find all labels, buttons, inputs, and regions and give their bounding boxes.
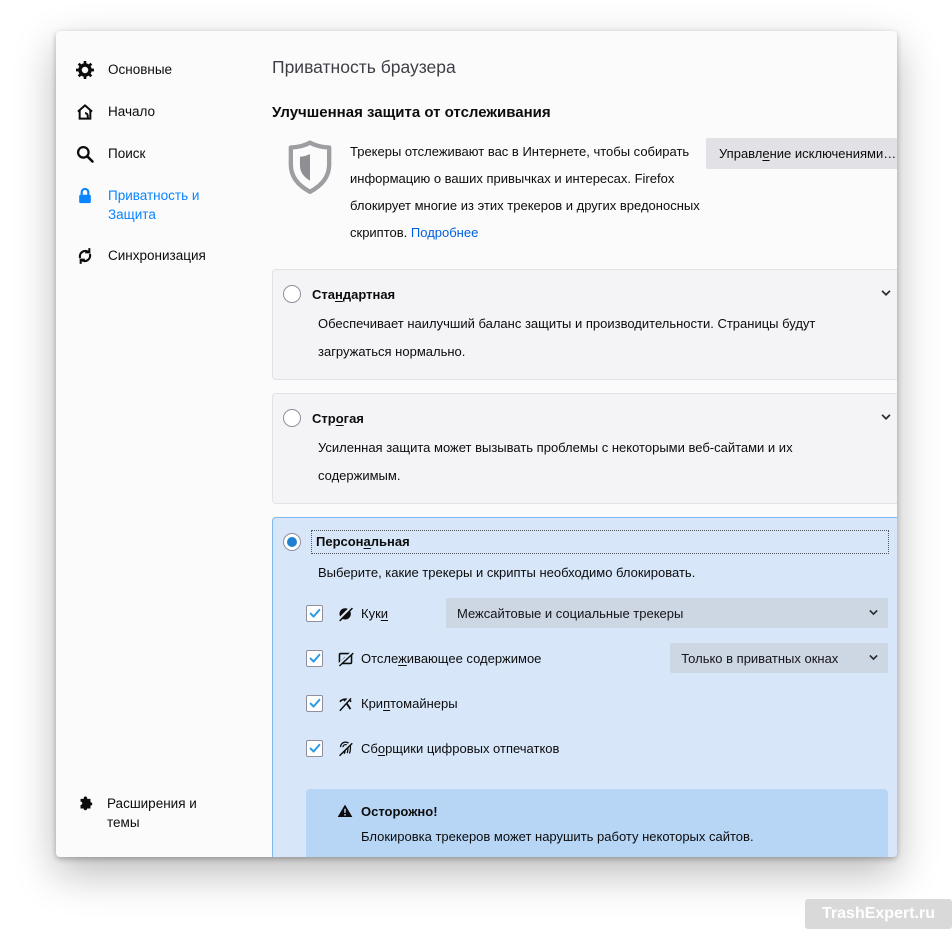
tracking-content-dropdown[interactable]: Только в приватных окнах — [670, 643, 888, 673]
caution-title: Осторожно! — [361, 804, 438, 819]
fingerprinters-row: Сборщики цифровых отпечатков — [306, 733, 888, 763]
cryptominers-checkbox[interactable] — [306, 695, 323, 712]
sidebar-item-extensions[interactable]: Расширения и темы — [56, 783, 272, 843]
sidebar-item-privacy[interactable]: Приватность и Защита — [56, 175, 272, 235]
tracking-content-icon — [337, 650, 354, 667]
radio-standard[interactable] — [283, 285, 301, 303]
tracking-protection-intro: Трекеры отслеживают вас в Интернете, что… — [272, 138, 897, 246]
manage-exceptions-button[interactable]: Управление исключениями… — [706, 138, 897, 169]
option-standard-header[interactable]: Стандартная — [283, 285, 892, 303]
sidebar-item-label: Приватность и Защита — [108, 186, 230, 224]
option-strict-title: Строгая — [312, 411, 364, 426]
tracking-protection-description: Трекеры отслеживают вас в Интернете, что… — [350, 138, 706, 246]
privacy-settings-pane: Приватность браузера Улучшенная защита о… — [272, 31, 897, 857]
cookies-row: Куки Межсайтовые и социальные трекеры — [306, 598, 888, 628]
watermark: TrashExpert.ru — [805, 899, 952, 929]
firefox-preferences-window: Основные Начало Поиск — [56, 31, 897, 857]
sidebar-item-label: Расширения и темы — [107, 794, 229, 832]
sync-icon — [75, 246, 95, 266]
sidebar-item-label: Начало — [108, 102, 230, 121]
protection-level-options: Стандартная Обеспечивает наилучший балан… — [272, 269, 897, 857]
cookies-checkbox[interactable] — [306, 605, 323, 622]
screenshot: Основные Начало Поиск — [0, 0, 952, 934]
option-strict-description: Усиленная защита может вызывать проблемы… — [318, 434, 843, 490]
settings-sidebar: Основные Начало Поиск — [56, 31, 272, 857]
tracking-content-label: Отслеживающее содержимое — [361, 651, 541, 666]
gear-icon — [75, 60, 95, 80]
sidebar-item-home[interactable]: Начало — [56, 91, 272, 133]
option-custom: Персональная Выберите, какие трекеры и с… — [272, 517, 897, 857]
cookie-icon — [337, 605, 354, 622]
caution-line-1: Блокировка трекеров может нарушить работ… — [361, 824, 872, 851]
sidebar-item-label: Поиск — [108, 144, 230, 163]
home-icon — [75, 102, 95, 122]
learn-more-link[interactable]: Подробнее — [411, 225, 478, 240]
chevron-down-icon — [867, 651, 880, 664]
sidebar-item-sync[interactable]: Синхронизация — [56, 235, 272, 277]
cryptominers-label: Криптомайнеры — [361, 696, 458, 711]
fingerprinters-checkbox[interactable] — [306, 740, 323, 757]
cookies-label: Куки — [361, 606, 446, 621]
chevron-down-icon[interactable] — [879, 410, 893, 424]
option-custom-description: Выберите, какие трекеры и скрипты необхо… — [318, 563, 843, 583]
sidebar-item-search[interactable]: Поиск — [56, 133, 272, 175]
warning-icon — [337, 803, 353, 819]
cryptominers-row: Криптомайнеры — [306, 688, 888, 718]
search-icon — [75, 144, 95, 164]
tracking-protection-section-title: Улучшенная защита от отслеживания — [272, 104, 897, 121]
page-title: Приватность браузера — [272, 57, 897, 78]
chevron-down-icon — [867, 606, 880, 619]
sidebar-item-general[interactable]: Основные — [56, 49, 272, 91]
puzzle-icon — [77, 795, 94, 812]
option-custom-title: Персональная — [316, 534, 410, 549]
tracking-content-checkbox[interactable] — [306, 650, 323, 667]
shield-icon — [285, 140, 335, 198]
cryptominer-icon — [337, 695, 354, 712]
fingerprinter-icon — [337, 740, 354, 757]
option-strict-header[interactable]: Строгая — [283, 409, 892, 427]
sidebar-item-label: Основные — [108, 60, 230, 79]
option-strict: Строгая Усиленная защита может вызывать … — [272, 393, 897, 504]
caution-message-box: Осторожно! Блокировка трекеров может нар… — [306, 789, 888, 857]
cookies-dropdown[interactable]: Межсайтовые и социальные трекеры — [446, 598, 888, 628]
caution-line-2: Перезагрузите страницу с трекерами, чтоб… — [361, 851, 872, 858]
fingerprinters-label: Сборщики цифровых отпечатков — [361, 741, 559, 756]
option-standard-title: Стандартная — [312, 287, 395, 302]
custom-blocklist-rows: Куки Межсайтовые и социальные трекеры — [306, 598, 888, 763]
radio-custom-selected[interactable] — [283, 533, 301, 551]
radio-strict[interactable] — [283, 409, 301, 427]
option-standard-description: Обеспечивает наилучший баланс защиты и п… — [318, 310, 843, 366]
lock-icon — [75, 186, 95, 206]
sidebar-item-label: Синхронизация — [108, 246, 230, 265]
chevron-down-icon[interactable] — [879, 286, 893, 300]
option-custom-header[interactable]: Персональная — [283, 531, 888, 553]
option-standard: Стандартная Обеспечивает наилучший балан… — [272, 269, 897, 380]
tracking-content-row: Отслеживающее содержимое Только в приват… — [306, 643, 888, 673]
